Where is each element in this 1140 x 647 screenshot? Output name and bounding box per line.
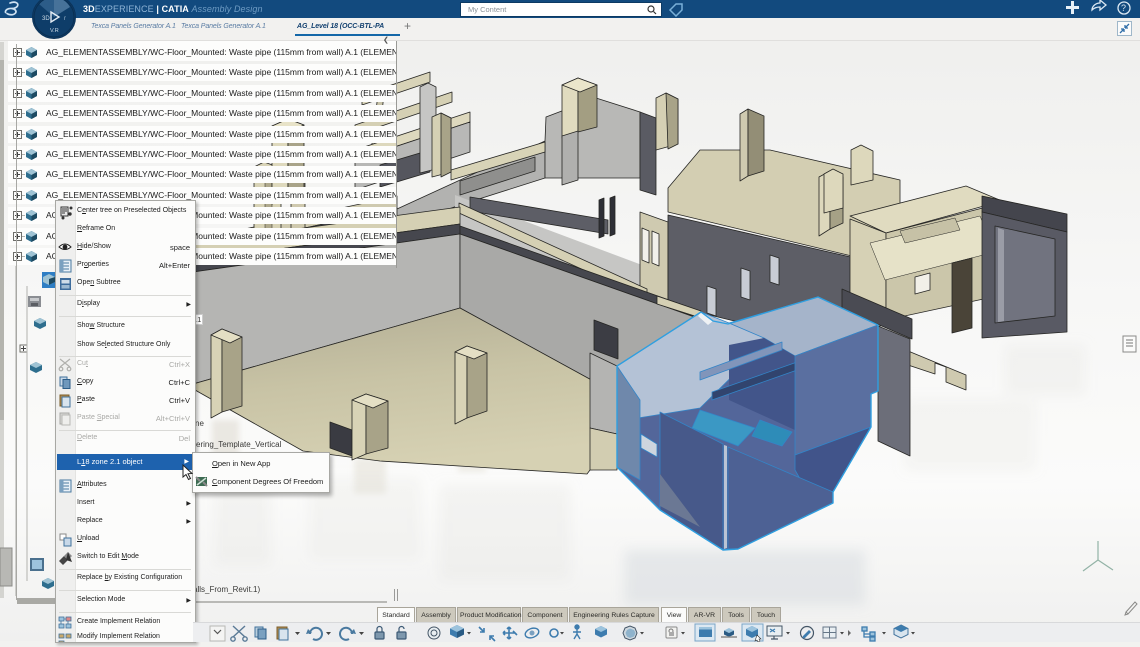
svg-text:r: r	[64, 16, 66, 22]
svg-text:V.R: V.R	[50, 28, 59, 34]
svg-text:?: ?	[1121, 3, 1126, 13]
svg-text:3D: 3D	[42, 16, 50, 22]
